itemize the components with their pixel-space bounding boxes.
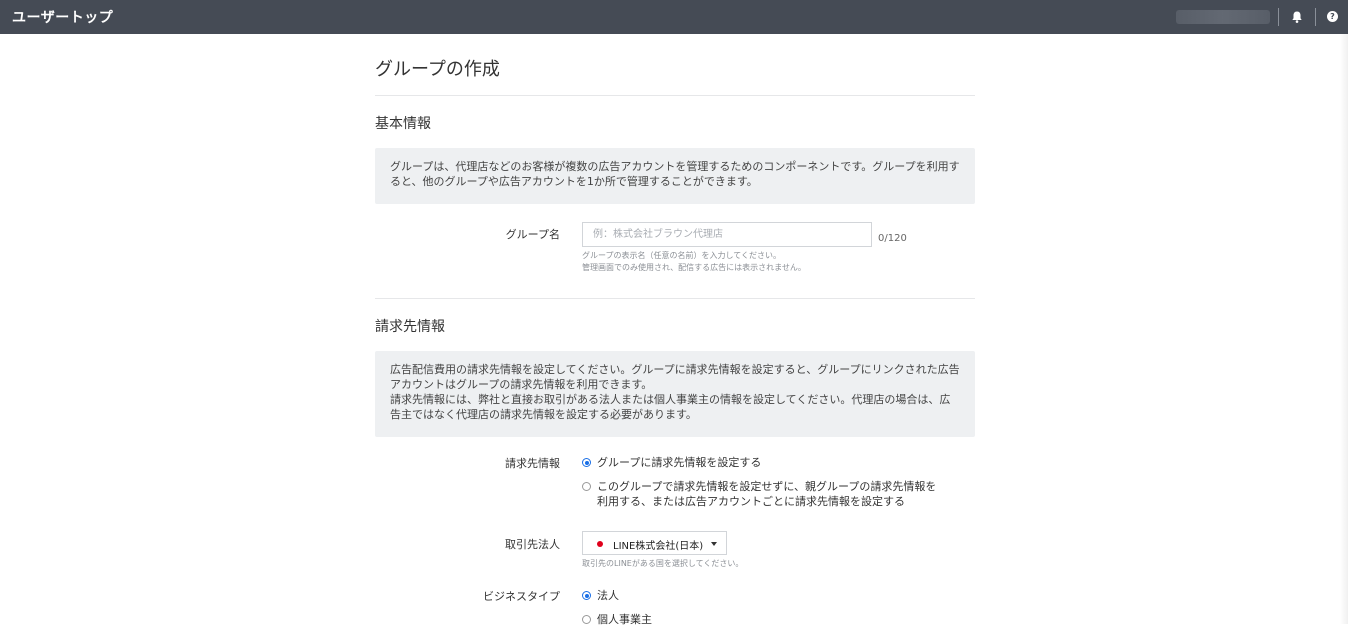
billing-label: 請求先情報	[505, 457, 560, 470]
page-title: グループの作成	[375, 59, 500, 80]
radio-button-checked[interactable]	[582, 458, 591, 467]
right-edge-shadow	[1340, 34, 1348, 624]
entity-dropdown[interactable]: LINE株式会社(日本)	[582, 531, 727, 555]
radio-label: このグループで請求先情報を設定せずに、親グループの請求先情報を 利用する、または…	[597, 479, 936, 509]
header-divider	[1315, 8, 1316, 26]
divider	[375, 298, 975, 299]
section-title-basic-info: 基本情報	[375, 116, 431, 132]
radio-label: 法人	[597, 589, 619, 602]
group-name-help-1: グループの表示名（任意の名前）を入力してください。	[582, 251, 782, 260]
description-text: グループは、代理店などのお客様が複数の広告アカウントを管理するためのコンポーネン…	[390, 160, 960, 188]
description-text: 請求先情報には、弊社と直接お取引がある法人または個人事業主の情報を設定してくださ…	[390, 393, 951, 421]
basic-info-description: グループは、代理店などのお客様が複数の広告アカウントを管理するためのコンポーネン…	[375, 148, 975, 204]
group-name-help-2: 管理画面でのみ使用され、配信する広告には表示されません。	[582, 263, 806, 272]
app-title[interactable]: ユーザートップ	[12, 7, 113, 27]
section-title-billing-info: 請求先情報	[375, 319, 445, 335]
business-type-label: ビジネスタイプ	[483, 590, 560, 603]
group-name-label: グループ名	[505, 228, 560, 241]
entity-selected: LINE株式会社(日本)	[613, 541, 704, 552]
top-bar: ユーザートップ ?	[0, 0, 1348, 34]
entity-label: 取引先法人	[505, 538, 560, 551]
radio-label: グループに請求先情報を設定する	[597, 456, 762, 469]
user-name-blurred[interactable]	[1176, 10, 1270, 24]
radio-button[interactable]	[582, 615, 591, 624]
description-text: 広告配信費用の請求先情報を設定してください。グループに請求先情報を設定すると、グ…	[390, 363, 960, 391]
caret-down-icon	[711, 542, 717, 546]
billing-info-description: 広告配信費用の請求先情報を設定してください。グループに請求先情報を設定すると、グ…	[375, 351, 975, 437]
bell-icon[interactable]	[1290, 10, 1304, 24]
header-divider	[1278, 8, 1279, 26]
divider	[375, 95, 975, 96]
radio-label-line1: このグループで請求先情報を設定せずに、親グループの請求先情報を	[597, 480, 937, 493]
radio-button[interactable]	[582, 482, 591, 491]
radio-label-line2: 利用する、または広告アカウントごとに請求先情報を設定する	[597, 495, 905, 508]
char-counter: 0/120	[878, 233, 907, 244]
radio-button-checked[interactable]	[582, 591, 591, 600]
help-icon[interactable]: ?	[1327, 11, 1338, 22]
entity-help: 取引先のLINEがある国を選択してください。	[582, 559, 744, 568]
group-name-input[interactable]	[582, 222, 872, 247]
radio-label: 個人事業主	[597, 613, 652, 626]
line-red-dot-icon	[597, 541, 603, 547]
